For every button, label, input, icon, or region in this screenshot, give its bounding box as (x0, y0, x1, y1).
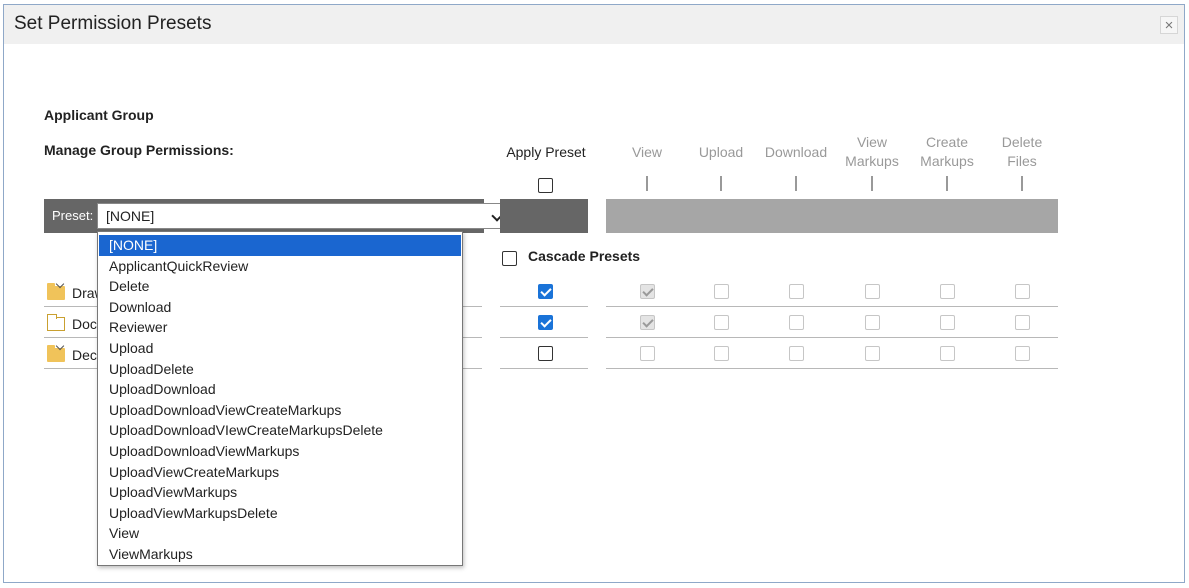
preset-option[interactable]: UploadViewMarkups (99, 482, 461, 503)
preset-label: Preset: (52, 208, 94, 223)
row-divider (606, 306, 1058, 307)
preset-option[interactable]: Delete (99, 276, 461, 297)
row-apply-preset-checkbox[interactable] (538, 346, 553, 361)
permission-checkbox-create-markups[interactable] (940, 315, 955, 330)
preset-dropdown-list: [NONE] ApplicantQuickReview Delete Download… (97, 231, 463, 566)
row-apply-preset-checkbox[interactable] (538, 284, 553, 299)
row-divider (606, 368, 1058, 369)
preset-select[interactable]: [NONE] (97, 203, 510, 229)
folder-icon[interactable] (47, 283, 65, 300)
permission-checkbox-upload[interactable] (714, 315, 729, 330)
column-tick (720, 176, 722, 191)
close-icon[interactable]: × (1160, 16, 1178, 34)
folder-icon[interactable] (47, 345, 65, 362)
column-tick (871, 176, 873, 191)
preset-option[interactable]: View (99, 523, 461, 544)
permission-checkbox-download[interactable] (789, 284, 804, 299)
permission-checkbox-view[interactable] (640, 315, 655, 330)
permission-checkbox-view[interactable] (640, 284, 655, 299)
dialog-titlebar: Set Permission Presets × (4, 5, 1184, 44)
permission-checkbox-view[interactable] (640, 346, 655, 361)
cascade-presets-checkbox[interactable] (502, 251, 517, 266)
permissions-bar (606, 199, 1058, 233)
group-name: Applicant Group (44, 107, 154, 123)
column-tick (1021, 176, 1023, 191)
column-header-view-markups: View Markups (845, 134, 899, 169)
folder-name[interactable]: Doc (72, 316, 97, 332)
preset-option[interactable]: UploadDownloadViewCreateMarkups (99, 400, 461, 421)
preset-option[interactable]: UploadViewMarkupsDelete (99, 503, 461, 524)
row-divider (500, 306, 588, 307)
permission-checkbox-delete-files[interactable] (1015, 346, 1030, 361)
preset-option[interactable]: Download (99, 297, 461, 318)
permission-checkbox-view-markups[interactable] (865, 284, 880, 299)
dialog-title: Set Permission Presets (14, 13, 212, 34)
preset-option[interactable]: ApplicantQuickReview (99, 256, 461, 277)
apply-preset-all-checkbox[interactable] (538, 178, 553, 193)
column-header-upload: Upload (698, 143, 744, 160)
permission-checkbox-delete-files[interactable] (1015, 315, 1030, 330)
preset-option[interactable]: Upload (99, 338, 461, 359)
permission-checkbox-create-markups[interactable] (940, 284, 955, 299)
permission-checkbox-view-markups[interactable] (865, 315, 880, 330)
preset-option[interactable]: Reviewer (99, 317, 461, 338)
permission-checkbox-view-markups[interactable] (865, 346, 880, 361)
apply-preset-header: Apply Preset (506, 144, 586, 160)
apply-preset-bar (500, 199, 588, 233)
preset-option[interactable]: ViewMarkups (99, 544, 461, 565)
preset-option[interactable]: UploadDownloadVIewCreateMarkupsDelete (99, 420, 461, 441)
preset-option[interactable]: [NONE] (99, 235, 461, 256)
permission-checkbox-create-markups[interactable] (940, 346, 955, 361)
row-divider (500, 337, 588, 338)
column-header-download: Download (764, 143, 828, 160)
column-header-create-markups: Create Markups (920, 134, 974, 169)
row-divider (500, 368, 588, 369)
permission-checkbox-upload[interactable] (714, 346, 729, 361)
folder-icon[interactable] (47, 314, 65, 331)
preset-option[interactable]: UploadDownloadViewMarkups (99, 441, 461, 462)
permission-checkbox-delete-files[interactable] (1015, 284, 1030, 299)
preset-option[interactable]: UploadDownload (99, 379, 461, 400)
cascade-presets-label: Cascade Presets (528, 248, 641, 264)
preset-selected-value: [NONE] (106, 208, 155, 224)
column-tick (946, 176, 948, 191)
preset-bar: Preset: [NONE] (44, 199, 510, 233)
permission-checkbox-download[interactable] (789, 315, 804, 330)
permission-checkbox-upload[interactable] (714, 284, 729, 299)
row-divider (606, 337, 1058, 338)
preset-option[interactable]: UploadViewCreateMarkups (99, 462, 461, 483)
manage-permissions-label: Manage Group Permissions: (44, 142, 234, 158)
folder-name[interactable]: Dec (72, 347, 97, 363)
column-tick (646, 176, 648, 191)
preset-option[interactable]: UploadDelete (99, 359, 461, 380)
column-header-view: View (631, 143, 663, 160)
permission-checkbox-download[interactable] (789, 346, 804, 361)
row-apply-preset-checkbox[interactable] (538, 315, 553, 330)
column-tick (795, 176, 797, 191)
column-header-delete-files: Delete Files (1001, 134, 1043, 169)
